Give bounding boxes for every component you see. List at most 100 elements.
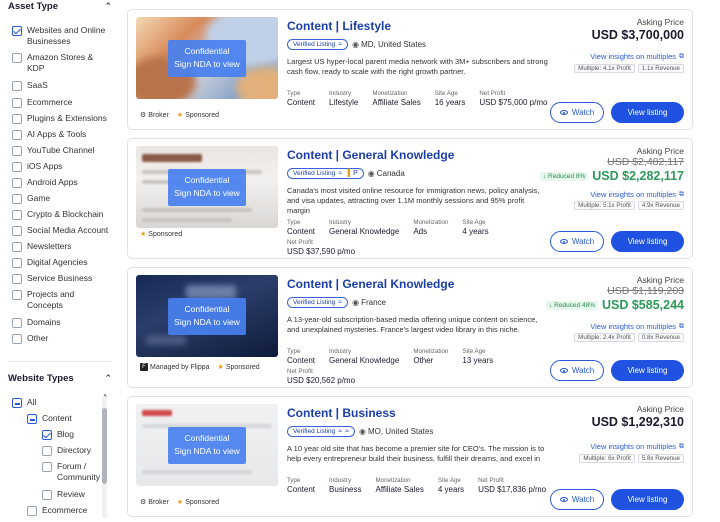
filter-social[interactable]: Social Media Account xyxy=(12,225,112,236)
checkbox[interactable] xyxy=(12,146,22,156)
listing-title[interactable]: Content | Lifestyle xyxy=(287,19,391,33)
checkbox[interactable] xyxy=(12,290,22,300)
chevron-up-icon[interactable]: ⌃ xyxy=(104,373,112,384)
checkbox[interactable] xyxy=(12,242,22,252)
map-pin-icon: ◉ xyxy=(352,298,360,307)
nda-overlay[interactable]: Confidential Sign NDA to view xyxy=(168,40,246,77)
card-actions: Watch View listing xyxy=(550,231,684,252)
view-listing-button[interactable]: View listing xyxy=(611,102,684,123)
filter-plugins[interactable]: Plugins & Extensions xyxy=(12,113,112,124)
checkbox[interactable] xyxy=(12,53,22,63)
insights-link[interactable]: View insights on multiples ⧉ xyxy=(590,322,684,331)
filter-wt-ecommerce[interactable]: Ecommerce xyxy=(27,505,99,516)
watch-button[interactable]: Watch xyxy=(550,231,604,252)
profit-multiple: Multiple: 5.1x Profit xyxy=(574,201,635,210)
filter-amazon[interactable]: Amazon Stores & KDP xyxy=(12,52,112,74)
nda-overlay[interactable]: Confidential Sign NDA to view xyxy=(168,169,246,206)
filter-ios[interactable]: iOS Apps xyxy=(12,161,112,172)
filter-forum[interactable]: Forum / Community xyxy=(42,461,100,483)
checkbox[interactable] xyxy=(27,414,37,424)
watch-button[interactable]: Watch xyxy=(550,102,604,123)
checkbox[interactable] xyxy=(12,210,22,220)
insights-link[interactable]: View insights on multiples ⧉ xyxy=(590,52,684,61)
watch-button[interactable]: Watch xyxy=(550,489,604,510)
checkbox[interactable] xyxy=(42,446,52,456)
filter-android[interactable]: Android Apps xyxy=(12,177,112,188)
verified-row: Verified Listing ≈ ▐ P ◉ Canada xyxy=(287,168,405,179)
sidebar-scrollbar[interactable] xyxy=(102,396,107,518)
chevron-up-icon[interactable]: ⌃ xyxy=(104,1,112,12)
checkbox[interactable] xyxy=(12,26,22,36)
reduced-price-row: ↓ Reduced 48% USD $585,244 xyxy=(546,298,684,312)
filter-game[interactable]: Game xyxy=(12,193,112,204)
checkbox[interactable] xyxy=(12,398,22,408)
view-listing-button[interactable]: View listing xyxy=(611,231,684,252)
analytics-icon: ≈ xyxy=(338,41,343,48)
attr-site-age: Site Age 4 years xyxy=(462,219,489,236)
insights-link[interactable]: View insights on multiples ⧉ xyxy=(590,190,684,199)
listing-card[interactable]: Confidential Sign NDA to view F Managed by… xyxy=(127,267,693,388)
checkbox[interactable] xyxy=(12,258,22,268)
listing-title[interactable]: Content | General Knowledge xyxy=(287,277,454,291)
listing-thumbnail[interactable]: Confidential Sign NDA to view xyxy=(136,404,278,486)
listing-thumbnail[interactable]: Confidential Sign NDA to view xyxy=(136,146,278,228)
nda-overlay[interactable]: Confidential Sign NDA to view xyxy=(168,427,246,464)
filter-agencies[interactable]: Digital Agencies xyxy=(12,257,112,268)
checkbox[interactable] xyxy=(42,490,52,500)
insights-link[interactable]: View insights on multiples ⧉ xyxy=(590,442,684,451)
checkbox[interactable] xyxy=(12,334,22,344)
checkbox[interactable] xyxy=(12,318,22,328)
checkbox[interactable] xyxy=(42,430,52,440)
filter-other[interactable]: Other xyxy=(12,333,112,344)
asking-price-label: Asking Price xyxy=(636,404,684,414)
watch-button[interactable]: Watch xyxy=(550,360,604,381)
listing-thumbnail[interactable]: Confidential Sign NDA to view xyxy=(136,275,278,357)
website-types-header[interactable]: Website Types ⌃ xyxy=(8,373,112,384)
asset-type-title: Asset Type xyxy=(8,1,58,12)
attr-monetization: Monetization Affiliate Sales xyxy=(372,90,421,107)
checkbox[interactable] xyxy=(42,462,52,472)
external-link-icon: ⧉ xyxy=(679,322,684,330)
listing-card[interactable]: Confidential Sign NDA to view ★ Sponsored … xyxy=(127,138,693,259)
asset-type-header[interactable]: Asset Type ⌃ xyxy=(8,1,112,12)
listing-card[interactable]: Confidential Sign NDA to view ⚙ Broker ★ Sp… xyxy=(127,9,693,130)
checkbox[interactable] xyxy=(12,194,22,204)
listing-title[interactable]: Content | Business xyxy=(287,406,396,420)
checkbox[interactable] xyxy=(12,162,22,172)
revenue-multiple: 4.9x Revenue xyxy=(637,201,684,210)
checkbox[interactable] xyxy=(12,98,22,108)
filter-newsletters[interactable]: Newsletters xyxy=(12,241,112,252)
profit-multiple: Multiple: 6x Profit xyxy=(579,454,635,463)
checkbox[interactable] xyxy=(12,114,22,124)
filter-projects[interactable]: Projects and Concepts xyxy=(12,289,112,311)
checkbox[interactable] xyxy=(12,274,22,284)
listing-thumbnail[interactable]: Confidential Sign NDA to view xyxy=(136,17,278,99)
checkbox[interactable] xyxy=(27,506,37,516)
filter-ecommerce[interactable]: Ecommerce xyxy=(12,97,112,108)
filter-all[interactable]: All xyxy=(12,397,112,408)
checkbox[interactable] xyxy=(12,81,22,91)
nda-overlay[interactable]: Confidential Sign NDA to view xyxy=(168,298,246,335)
scroll-thumb[interactable] xyxy=(102,408,107,484)
filter-service[interactable]: Service Business xyxy=(12,273,112,284)
checkbox[interactable] xyxy=(12,130,22,140)
filter-saas[interactable]: SaaS xyxy=(12,80,112,91)
filter-directory[interactable]: Directory xyxy=(42,445,100,456)
filter-crypto[interactable]: Crypto & Blockchain xyxy=(12,209,112,220)
filter-ai-apps[interactable]: AI Apps & Tools xyxy=(12,129,112,140)
listing-title[interactable]: Content | General Knowledge xyxy=(287,148,454,162)
filter-youtube[interactable]: YouTube Channel xyxy=(12,145,112,156)
filter-review[interactable]: Review xyxy=(42,489,100,500)
checkbox[interactable] xyxy=(12,226,22,236)
filter-content[interactable]: Content xyxy=(27,413,99,424)
bar-chart-icon: ▐ xyxy=(345,170,351,177)
flippa-logo-icon: F xyxy=(140,363,148,371)
view-listing-button[interactable]: View listing xyxy=(611,360,684,381)
filter-websites[interactable]: Websites and Online Businesses xyxy=(12,25,112,47)
location: ◉ MO, United States xyxy=(358,427,434,436)
view-listing-button[interactable]: View listing xyxy=(611,489,684,510)
filter-blog[interactable]: Blog xyxy=(42,429,100,440)
listing-card[interactable]: Confidential Sign NDA to view ⚙ Broker ★ Sp… xyxy=(127,396,693,517)
checkbox[interactable] xyxy=(12,178,22,188)
filter-domains[interactable]: Domains xyxy=(12,317,112,328)
